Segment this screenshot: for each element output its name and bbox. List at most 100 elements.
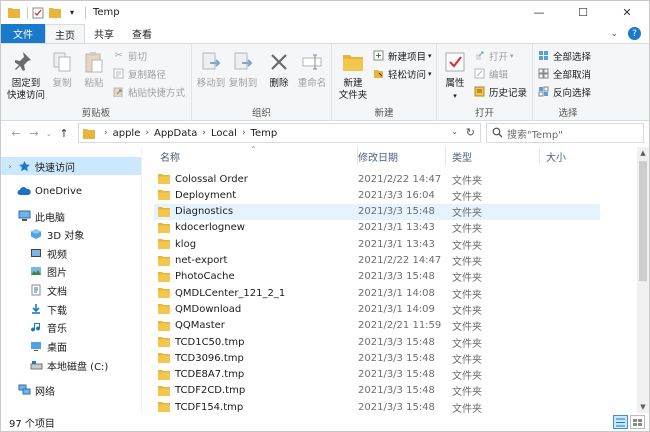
file-row[interactable]: Deployment 2021/3/3 16:04 文件夹 (154, 187, 600, 203)
help-icon[interactable]: ? (628, 27, 641, 40)
collapse-ribbon-icon[interactable]: ⌄ (610, 29, 618, 39)
invert-selection-button[interactable]: 反向选择 (537, 84, 591, 99)
select-all-icon (537, 49, 550, 62)
file-name-cell: QMDLCenter_121_2_1 (158, 287, 285, 299)
open-group: 属性 ▾ 打开 ▾ 编辑 历史记录 打开 (437, 44, 533, 121)
file-modified: 2021/3/3 15:48 (358, 271, 435, 283)
cut-button[interactable]: ✂ 剪切 (112, 48, 148, 63)
properties-button[interactable]: 属性 ▾ (441, 48, 469, 102)
rename-button[interactable]: 重命名 (296, 48, 328, 90)
file-row[interactable]: Colossal Order 2021/2/22 14:47 文件夹 (154, 171, 600, 187)
nav-item-local-disk[interactable]: 本地磁盘 (C:) (1, 356, 141, 374)
new-folder-icon[interactable] (48, 6, 62, 20)
file-row[interactable]: TCD3096.tmp 2021/3/3 15:48 文件夹 (154, 350, 600, 366)
column-header-label: 大小 (546, 152, 566, 164)
file-row[interactable]: kdocerlognew 2021/3/1 13:43 文件夹 (154, 220, 600, 236)
scroll-down-arrow[interactable]: ▼ (637, 401, 649, 413)
select-all-button[interactable]: 全部选择 (537, 48, 591, 63)
column-header-size[interactable]: 大小 (540, 147, 600, 165)
recent-locations-button[interactable]: ⌄ (43, 123, 55, 143)
file-row[interactable]: TCD1C50.tmp 2021/3/3 15:48 文件夹 (154, 334, 600, 350)
file-row[interactable]: net-export 2021/2/22 14:47 文件夹 (154, 253, 600, 269)
maximize-button[interactable]: ☐ (561, 1, 605, 24)
tab-home[interactable]: 主页 (45, 24, 85, 43)
tab-share[interactable]: 共享 (85, 24, 123, 43)
details-view-button[interactable] (613, 415, 628, 429)
paste-button[interactable]: 粘贴 (80, 48, 108, 90)
move-to-button[interactable]: 移动到 (195, 48, 227, 90)
video-icon (29, 246, 43, 260)
address-dropdown-icon[interactable]: ⌄ (451, 127, 458, 136)
nav-item-pictures[interactable]: 图片 (1, 262, 141, 280)
customize-dropdown-icon[interactable]: ▾ (65, 6, 79, 20)
close-button[interactable]: ✕ (605, 1, 649, 24)
new-folder-button[interactable]: 新建 文件夹 (336, 48, 370, 102)
folder-icon (158, 303, 170, 315)
column-header-modified[interactable]: 修改日期 (352, 147, 446, 165)
file-row[interactable]: QMDLCenter_121_2_1 2021/3/1 14:08 文件夹 (154, 285, 600, 301)
history-button[interactable]: 历史记录 (473, 84, 527, 99)
cube-icon (29, 227, 43, 241)
search-input[interactable]: 搜索"Temp" (486, 123, 644, 143)
minimize-button[interactable]: — (517, 1, 561, 24)
select-none-button[interactable]: 全部取消 (537, 66, 591, 81)
copy-to-button[interactable]: 复制到 (227, 48, 259, 90)
nav-item-this-pc[interactable]: 此电脑 (1, 207, 141, 225)
new-item-button[interactable]: 新建项目 ▾ (372, 48, 432, 63)
column-header-type[interactable]: 类型 (446, 147, 540, 165)
nav-item-videos[interactable]: 视频 (1, 244, 141, 262)
forward-button[interactable]: → (25, 123, 43, 143)
chevron-right-icon[interactable]: › (202, 128, 206, 138)
file-row[interactable]: klog 2021/3/1 13:43 文件夹 (154, 236, 600, 252)
scroll-thumb[interactable] (639, 161, 647, 281)
nav-item-downloads[interactable]: 下载 (1, 300, 141, 318)
file-name-cell: Colossal Order (158, 173, 248, 185)
file-row[interactable]: PhotoCache 2021/3/3 15:48 文件夹 (154, 269, 600, 285)
delete-button[interactable]: 删除 (266, 48, 292, 90)
file-modified: 2021/3/1 13:43 (358, 238, 435, 250)
folder-icon (158, 320, 170, 332)
edit-button[interactable]: 编辑 (473, 66, 508, 81)
breadcrumb-item-local[interactable]: Local (211, 128, 237, 139)
nav-item-network[interactable]: 网络 (1, 381, 141, 399)
refresh-icon[interactable]: ↻ (466, 126, 475, 139)
file-name: TCDF2CD.tmp (175, 385, 246, 397)
easy-access-button[interactable]: 轻松访问 ▾ (372, 66, 432, 81)
scroll-up-arrow[interactable]: ▲ (637, 147, 649, 159)
file-row[interactable]: Diagnostics 2021/3/3 15:48 文件夹 (154, 203, 600, 220)
file-row[interactable]: TCDF2CD.tmp 2021/3/3 15:48 文件夹 (154, 383, 600, 399)
nav-item-music[interactable]: 音乐 (1, 318, 141, 336)
nav-item-quick-access[interactable]: › 快速访问 (1, 157, 141, 175)
folder-icon (158, 287, 170, 299)
copy-button[interactable]: 复制 (48, 48, 76, 90)
tab-file[interactable]: 文件 (1, 24, 45, 43)
chevron-right-icon[interactable]: › (5, 162, 15, 171)
breadcrumb-item-temp[interactable]: Temp (251, 128, 278, 139)
nav-item-documents[interactable]: 文档 (1, 281, 141, 299)
chevron-right-icon[interactable]: › (242, 128, 246, 138)
breadcrumb-item-apple[interactable]: apple (113, 128, 141, 139)
nav-item-3d-objects[interactable]: 3D 对象 (1, 225, 141, 243)
vertical-scrollbar[interactable]: ▲ ▼ (637, 147, 649, 413)
chevron-down-icon: ▾ (453, 92, 457, 100)
nav-item-desktop[interactable]: 桌面 (1, 337, 141, 355)
pin-quick-access-button[interactable]: 固定到 快速访问 (6, 48, 46, 102)
nav-label: 视频 (47, 249, 67, 261)
paste-shortcut-button[interactable]: 粘贴快捷方式 (112, 84, 185, 99)
copy-path-button[interactable]: 复制路径 (112, 66, 166, 81)
breadcrumb-item-appdata[interactable]: AppData (154, 128, 197, 139)
column-header-name[interactable]: 名称 ⌃ (154, 145, 358, 165)
back-button[interactable]: ← (7, 123, 25, 143)
folder-icon (158, 189, 170, 201)
address-bar[interactable]: › apple › AppData › Local › Temp ⌄ ↻ (78, 123, 481, 143)
file-row[interactable]: TCDE8A7.tmp 2021/3/3 15:48 文件夹 (154, 367, 600, 383)
properties-icon[interactable] (31, 6, 45, 20)
file-row[interactable]: QMDownload 2021/3/1 14:09 文件夹 (154, 301, 600, 317)
open-button[interactable]: 打开 ▾ (473, 48, 514, 63)
large-icons-view-button[interactable] (630, 415, 645, 429)
nav-item-onedrive[interactable]: OneDrive (1, 182, 141, 200)
file-row[interactable]: QQMaster 2021/2/21 11:59 文件夹 (154, 318, 600, 334)
tab-view[interactable]: 查看 (123, 24, 161, 43)
up-button[interactable]: ↑ (55, 123, 73, 143)
chevron-right-icon[interactable]: › (145, 128, 149, 138)
